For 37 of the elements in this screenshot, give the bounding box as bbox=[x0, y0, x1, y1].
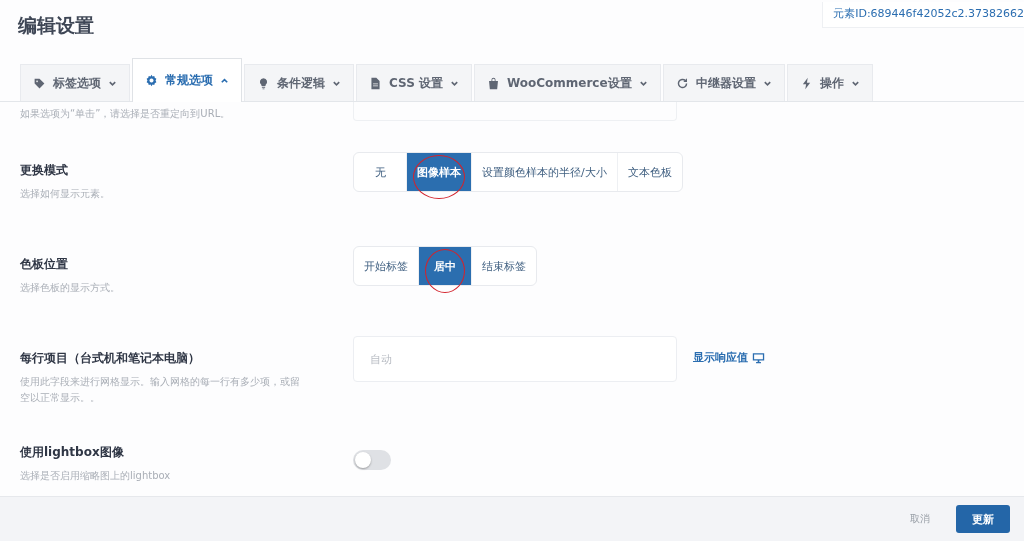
toggle-switch[interactable] bbox=[353, 450, 391, 470]
option-button[interactable]: 开始标签 bbox=[354, 247, 418, 285]
option-button[interactable]: 居中 bbox=[419, 247, 471, 285]
refresh-icon bbox=[675, 76, 689, 90]
tab[interactable]: 操作 bbox=[786, 64, 873, 101]
tab[interactable]: WooCommerce设置 bbox=[473, 64, 661, 101]
option-button[interactable]: 设置颜色样本的半径/大小 bbox=[472, 153, 617, 191]
file-icon bbox=[369, 76, 382, 90]
option-button[interactable]: 文本色板 bbox=[617, 153, 682, 191]
setting-description: 选择是否启用缩略图上的lightbox bbox=[20, 469, 172, 483]
responsive-values-link[interactable]: 显示响应值 bbox=[693, 350, 765, 365]
input-field[interactable] bbox=[353, 102, 677, 121]
monitor-icon bbox=[752, 351, 765, 364]
shopping-bag-icon bbox=[486, 76, 500, 90]
option-button[interactable]: 结束标签 bbox=[472, 247, 536, 285]
setting-label: 每行项目（台式机和笔记本电脑） bbox=[20, 350, 201, 367]
tab[interactable]: 条件逻辑 bbox=[244, 64, 354, 101]
option-button[interactable]: 无 bbox=[354, 153, 406, 191]
tab[interactable]: 常规选项 bbox=[132, 58, 242, 102]
lightbulb-icon bbox=[257, 76, 270, 90]
element-id-label: 元素ID:689446f42052c2.37382662 bbox=[822, 2, 1024, 28]
tab[interactable]: 标签选项 bbox=[20, 64, 130, 101]
setting-label: 更换模式 bbox=[20, 162, 69, 179]
input-field[interactable]: 自动 bbox=[353, 336, 677, 382]
setting-description: 选择如何显示元素。 bbox=[20, 187, 111, 201]
tab[interactable]: 中继器设置 bbox=[662, 64, 785, 101]
setting-label: 使用lightbox图像 bbox=[20, 444, 125, 461]
settings-icon bbox=[145, 74, 158, 87]
chevron-up-icon bbox=[220, 76, 229, 85]
tab[interactable]: CSS 设置 bbox=[356, 64, 472, 101]
update-button[interactable]: 更新 bbox=[956, 505, 1010, 533]
tag-icon bbox=[33, 76, 46, 90]
page-title: 编辑设置 bbox=[18, 13, 94, 38]
option-button[interactable]: 图像样本 bbox=[407, 153, 471, 191]
setting-label: 色板位置 bbox=[20, 256, 69, 273]
setting-description: 选择色板的显示方式。 bbox=[20, 281, 121, 295]
setting-description: 如果选项为“单击”，请选择是否重定向到URL。 bbox=[20, 107, 232, 121]
